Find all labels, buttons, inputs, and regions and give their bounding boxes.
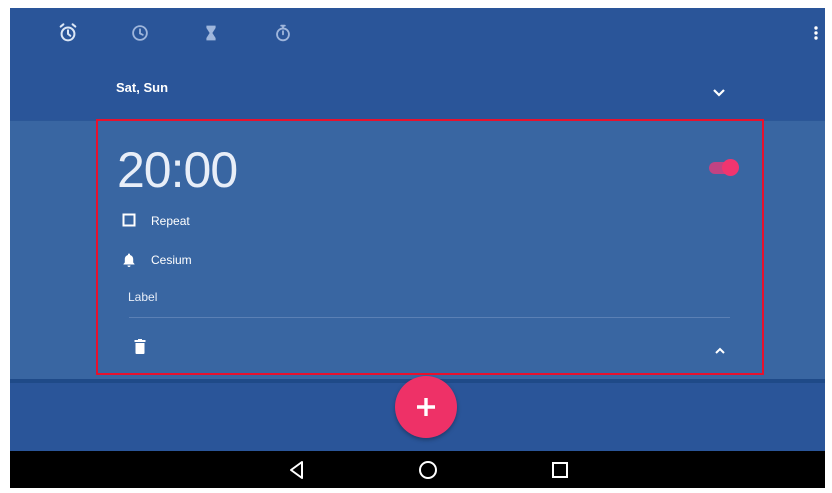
add-alarm-button[interactable]	[395, 376, 457, 438]
plus-icon	[417, 398, 435, 416]
system-nav-bar	[10, 451, 825, 488]
alarm-tab-icon[interactable]	[57, 22, 79, 44]
back-icon[interactable]	[286, 459, 308, 481]
tab-bar: Sat, Sun	[10, 8, 825, 120]
chevron-down-icon[interactable]	[711, 86, 727, 100]
home-icon[interactable]	[417, 459, 439, 481]
collapsed-alarm-days[interactable]: Sat, Sun	[116, 80, 168, 95]
hourglass-tab-icon[interactable]	[200, 22, 222, 44]
app-window: Sat, Sun 20:00 Repeat Cesium Label	[10, 8, 825, 488]
selection-highlight-box	[96, 119, 764, 375]
clock-tab-icon[interactable]	[129, 22, 151, 44]
stopwatch-tab-icon[interactable]	[272, 22, 294, 44]
overflow-menu-icon[interactable]	[811, 23, 821, 43]
recents-icon[interactable]	[549, 459, 571, 481]
